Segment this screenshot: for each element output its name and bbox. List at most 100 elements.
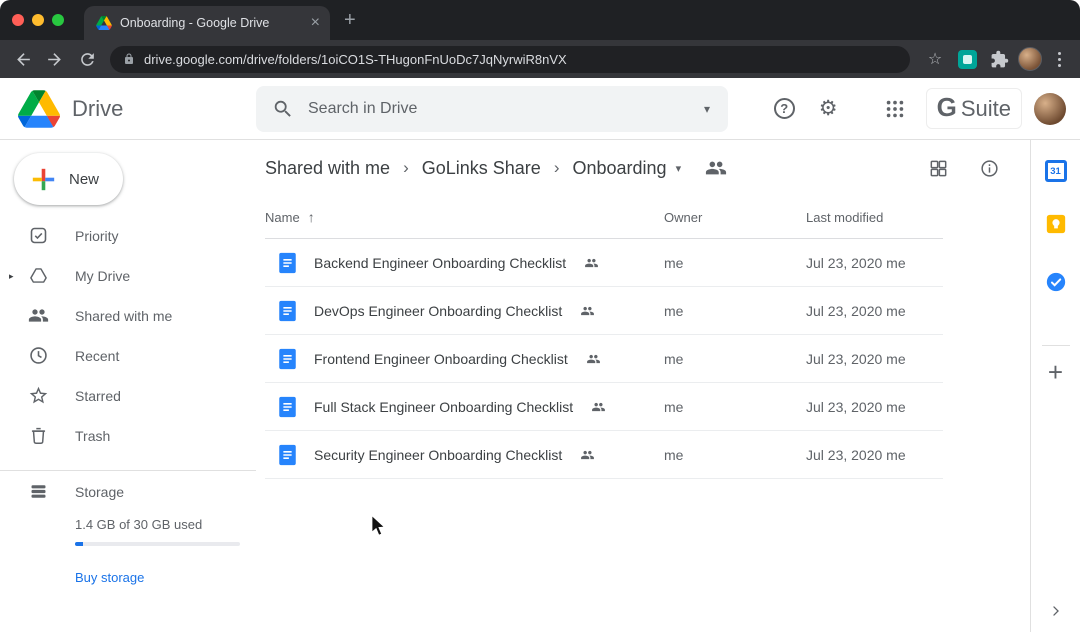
sidebar-item-priority[interactable]: Priority [0,216,256,256]
window-controls [0,14,76,26]
file-row[interactable]: Full Stack Engineer Onboarding Checklist… [265,383,943,431]
sidebar-item-shared-with-me[interactable]: Shared with me [0,296,256,336]
people-icon [28,305,50,327]
search-input[interactable] [308,100,690,118]
breadcrumb-golinks-share[interactable]: GoLinks Share [422,158,541,179]
tab-strip: Onboarding - Google Drive × + [0,0,1080,40]
file-name: Backend Engineer Onboarding Checklist [314,255,566,271]
shared-people-icon [583,256,600,270]
storage-label: Storage [0,484,124,500]
drive-logo-icon [18,90,60,128]
header-actions: ? ⚙ G Suite [774,88,1080,129]
column-header-last-modified[interactable]: Last modified [806,210,943,225]
extension-icon-teal[interactable] [954,46,980,72]
refresh-button[interactable] [74,46,100,72]
folder-menu-caret-icon[interactable]: ▾ [676,162,682,175]
new-button[interactable]: New [14,153,123,205]
trash-icon [28,425,50,447]
priority-icon [28,225,50,247]
sidebar: New Priority ▸ My Drive Shared with me R… [0,140,256,632]
sidebar-item-label: Priority [0,228,119,244]
sort-ascending-icon[interactable]: ↑ [308,209,315,225]
zoom-window-button[interactable] [52,14,64,26]
sidebar-item-recent[interactable]: Recent [0,336,256,376]
sidebar-item-label: Trash [0,428,110,444]
rail-divider [1042,345,1070,346]
search-bar[interactable]: ▾ [256,86,728,132]
file-row[interactable]: DevOps Engineer Onboarding Checklist me … [265,287,943,335]
calendar-day: 31 [1048,163,1064,179]
address-bar[interactable]: drive.google.com/drive/folders/1oiCO1S-T… [110,46,910,73]
sidebar-item-trash[interactable]: Trash [0,416,256,456]
browser-window: Onboarding - Google Drive × + drive.goog… [0,0,1080,632]
google-doc-icon [278,252,297,274]
minimize-window-button[interactable] [32,14,44,26]
browser-profile-avatar[interactable] [1018,47,1042,71]
column-label: Name [265,210,300,225]
column-header-name[interactable]: Name ↑ [265,209,664,225]
sidebar-item-my-drive[interactable]: ▸ My Drive [0,256,256,296]
main-content: Shared with me › GoLinks Share › Onboard… [256,140,1030,632]
calendar-icon[interactable]: 31 [1045,160,1067,182]
sidebar-item-label: Shared with me [0,308,172,324]
file-last-modified: Jul 23, 2020 me [806,303,943,319]
add-addon-plus-icon[interactable]: + [1048,359,1063,385]
file-last-modified: Jul 23, 2020 me [806,447,943,463]
grid-view-icon[interactable] [928,158,949,179]
file-row[interactable]: Security Engineer Onboarding Checklist m… [265,431,943,479]
new-tab-button[interactable]: + [344,10,356,30]
storage-progress-fill [75,542,83,546]
browser-toolbar: drive.google.com/drive/folders/1oiCO1S-T… [0,40,1080,78]
back-button[interactable] [10,46,36,72]
drive-brand[interactable]: Drive [0,90,256,128]
sidebar-item-label: Starred [0,388,121,404]
breadcrumb-onboarding[interactable]: Onboarding [572,158,666,179]
column-header-owner[interactable]: Owner [664,210,806,225]
clock-icon [28,345,50,367]
file-owner: me [664,255,806,271]
bookmark-star-icon[interactable]: ☆ [922,49,948,69]
breadcrumb: Shared with me › GoLinks Share › Onboard… [256,140,1030,196]
file-owner: me [664,399,806,415]
file-list: Name ↑ Owner Last modified Backend Engin… [265,196,943,479]
sidebar-item-storage[interactable]: Storage [0,471,256,513]
sidebar-item-starred[interactable]: Starred [0,376,256,416]
google-doc-icon [278,300,297,322]
sidebar-item-label: My Drive [0,268,130,284]
file-owner: me [664,303,806,319]
drive-header: Drive ▾ ? ⚙ G Suite [0,78,1080,140]
google-doc-icon [278,396,297,418]
breadcrumb-separator-icon: › [403,158,409,178]
file-owner: me [664,351,806,367]
side-panel-rail: 31 + [1030,140,1080,632]
collapse-panel-chevron-icon[interactable] [1049,604,1063,618]
storage-section: Storage 1.4 GB of 30 GB used Buy storage [0,471,256,587]
google-apps-grid-icon[interactable] [884,98,906,120]
sidebar-nav: Priority ▸ My Drive Shared with me Recen… [0,216,256,456]
help-icon[interactable]: ? [774,98,795,119]
keep-icon[interactable] [1045,213,1067,235]
buy-storage-link[interactable]: Buy storage [75,570,144,585]
file-name: Full Stack Engineer Onboarding Checklist [314,399,573,415]
info-icon[interactable] [979,158,1000,179]
folder-shared-icon [705,157,727,179]
file-row[interactable]: Backend Engineer Onboarding Checklist me… [265,239,943,287]
close-window-button[interactable] [12,14,24,26]
sidebar-item-label: Recent [0,348,119,364]
file-row[interactable]: Frontend Engineer Onboarding Checklist m… [265,335,943,383]
browser-menu-icon[interactable] [1048,46,1070,72]
browser-tab[interactable]: Onboarding - Google Drive × [84,6,330,40]
tasks-icon[interactable] [1045,271,1067,293]
settings-gear-icon[interactable]: ⚙ [819,98,838,119]
shared-people-icon [579,304,596,318]
account-avatar[interactable] [1034,93,1066,125]
extensions-puzzle-icon[interactable] [986,46,1012,72]
tab-close-icon[interactable]: × [309,15,322,31]
breadcrumb-shared-with-me[interactable]: Shared with me [265,158,390,179]
breadcrumb-separator-icon: › [554,158,560,178]
storage-progress-bar [75,542,240,546]
file-name: Frontend Engineer Onboarding Checklist [314,351,568,367]
forward-button[interactable] [42,46,68,72]
expand-chevron-icon[interactable]: ▸ [9,271,14,282]
search-options-caret-icon[interactable]: ▾ [704,102,712,116]
